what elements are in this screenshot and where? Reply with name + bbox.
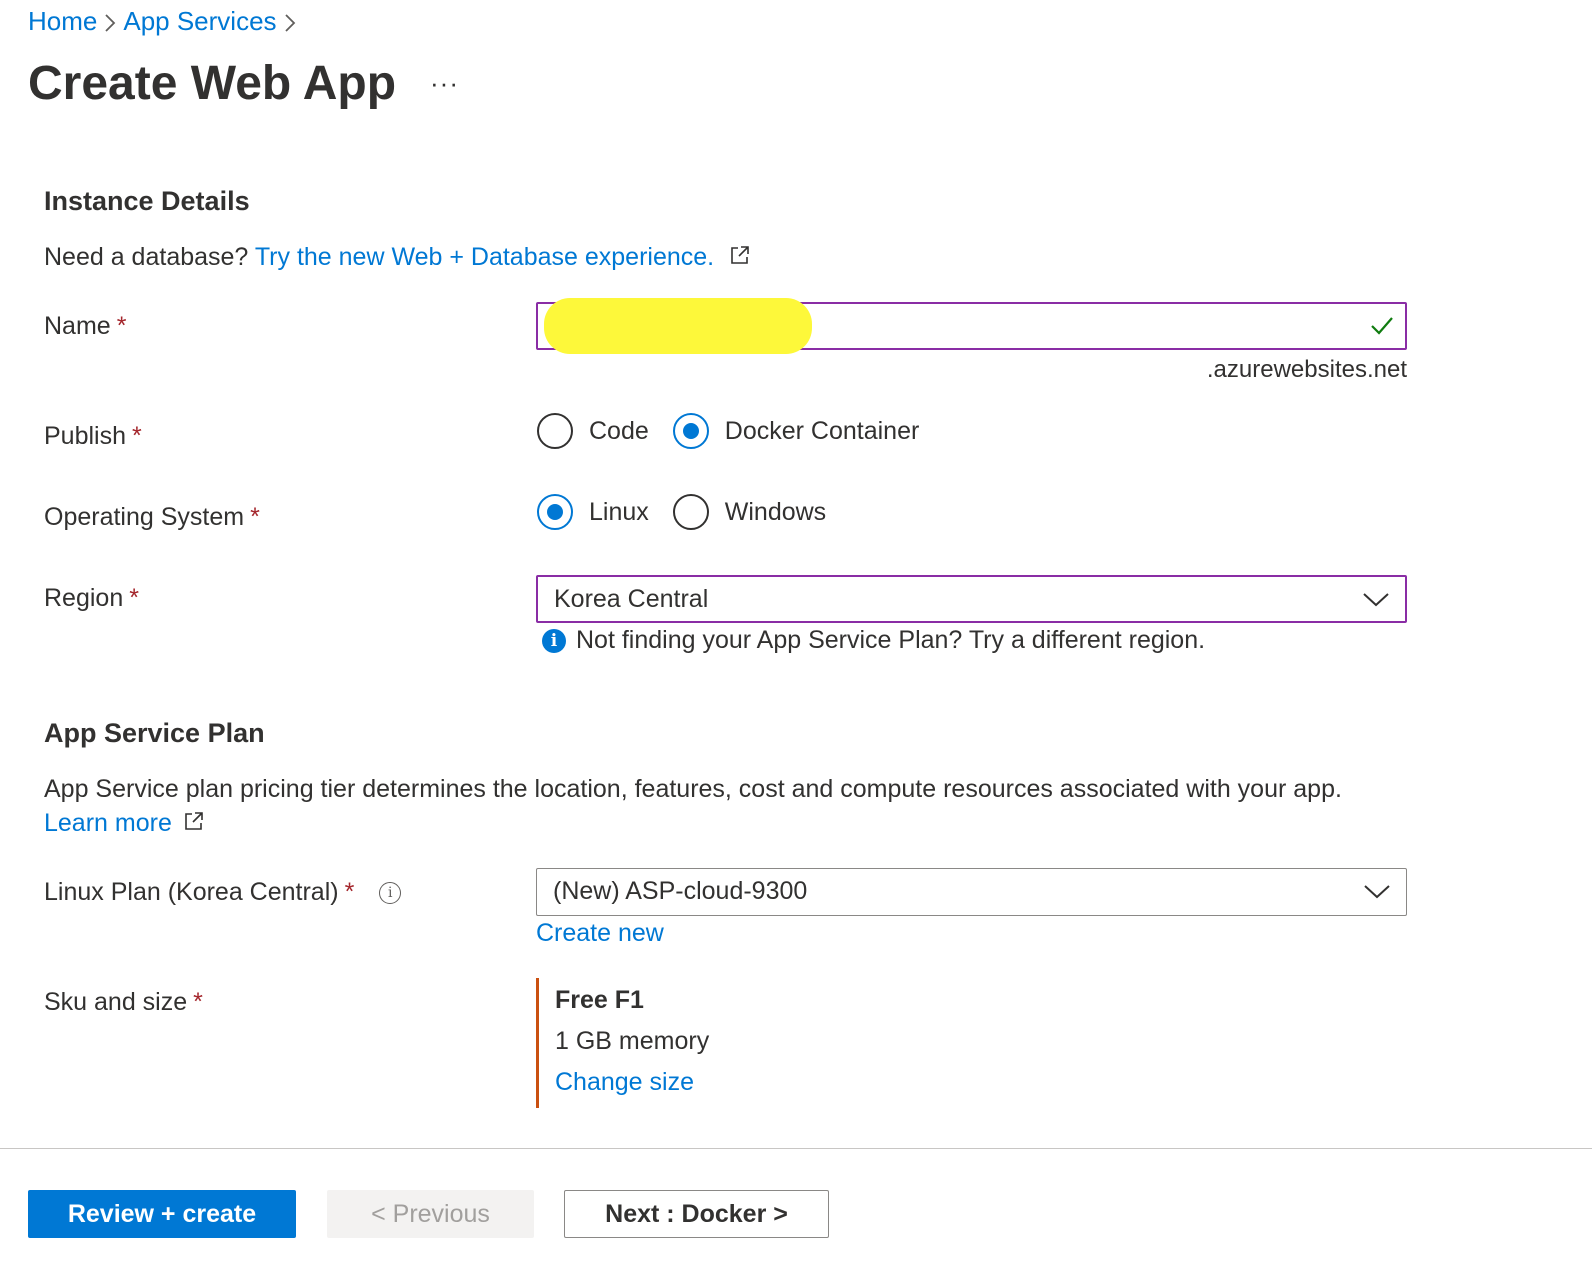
- previous-button[interactable]: < Previous: [327, 1190, 534, 1238]
- learn-more: Learn more: [44, 809, 205, 839]
- external-link-icon: [183, 810, 205, 839]
- os-option-linux[interactable]: Linux: [537, 494, 649, 530]
- sku-summary: Free F1 1 GB memory Change size: [536, 978, 839, 1108]
- plan-value: (New) ASP-cloud-9300: [553, 877, 808, 905]
- app-service-plan-heading: App Service Plan: [44, 718, 265, 748]
- region-info: i Not finding your App Service Plan? Try…: [542, 626, 1205, 655]
- web-database-link[interactable]: Try the new Web + Database experience.: [255, 243, 714, 271]
- info-icon: i: [542, 628, 566, 653]
- name-label: Name *: [44, 312, 127, 340]
- region-label: Region *: [44, 584, 139, 612]
- os-option-windows[interactable]: Windows: [672, 494, 826, 530]
- redaction-highlight: [544, 298, 812, 354]
- instance-details-heading: Instance Details: [44, 186, 250, 216]
- domain-suffix: .azurewebsites.net: [1206, 356, 1407, 383]
- sku-label: Sku and size *: [44, 988, 203, 1016]
- required-marker: *: [250, 503, 260, 531]
- required-marker: *: [116, 312, 127, 340]
- breadcrumb-app-services[interactable]: App Services: [123, 6, 276, 37]
- radio-button[interactable]: [672, 494, 709, 530]
- chevron-down-icon: [1361, 589, 1391, 614]
- create-new-plan-link[interactable]: Create new: [536, 919, 664, 948]
- breadcrumb-home[interactable]: Home: [28, 6, 97, 37]
- chevron-down-icon: [1362, 881, 1392, 906]
- footer-divider: [0, 1148, 1592, 1149]
- sku-title: Free F1: [555, 986, 644, 1014]
- plan-description: App Service plan pricing tier determines…: [44, 775, 1342, 803]
- publish-radio-group: Code Docker Container: [537, 413, 943, 449]
- region-value: Korea Central: [554, 585, 709, 613]
- info-circle-icon[interactable]: i: [379, 882, 402, 905]
- sku-memory: 1 GB memory: [555, 1027, 710, 1055]
- radio-button[interactable]: [537, 413, 573, 449]
- change-size-link[interactable]: Change size: [555, 1068, 694, 1096]
- required-marker: *: [132, 422, 142, 450]
- external-link-icon: [729, 244, 751, 273]
- required-marker: *: [129, 584, 139, 612]
- radio-button-selected[interactable]: [537, 494, 573, 530]
- linux-plan-label: Linux Plan (Korea Central) * i: [44, 878, 402, 907]
- publish-option-code[interactable]: Code: [537, 413, 649, 449]
- os-label: Operating System *: [44, 503, 260, 531]
- publish-option-docker[interactable]: Docker Container: [672, 413, 919, 449]
- database-prompt: Need a database? Try the new Web + Datab…: [44, 243, 751, 273]
- database-prompt-text: Need a database?: [44, 243, 249, 271]
- chevron-right-icon: [97, 6, 123, 37]
- chevron-right-icon: [277, 6, 303, 37]
- checkmark-icon: [1369, 313, 1395, 344]
- more-options-button[interactable]: ···: [430, 68, 459, 99]
- region-dropdown[interactable]: Korea Central: [536, 575, 1407, 623]
- learn-more-link[interactable]: Learn more: [44, 809, 172, 837]
- next-docker-button[interactable]: Next : Docker >: [564, 1190, 829, 1238]
- breadcrumb: Home App Services: [28, 6, 303, 37]
- os-radio-group: Linux Windows: [537, 494, 850, 530]
- required-marker: *: [193, 988, 203, 1016]
- linux-plan-dropdown[interactable]: (New) ASP-cloud-9300: [536, 868, 1407, 916]
- review-create-button[interactable]: Review + create: [28, 1190, 296, 1238]
- required-marker: *: [344, 878, 355, 906]
- publish-label: Publish *: [44, 422, 142, 450]
- page-title: Create Web App: [28, 57, 397, 110]
- radio-button-selected[interactable]: [672, 413, 709, 449]
